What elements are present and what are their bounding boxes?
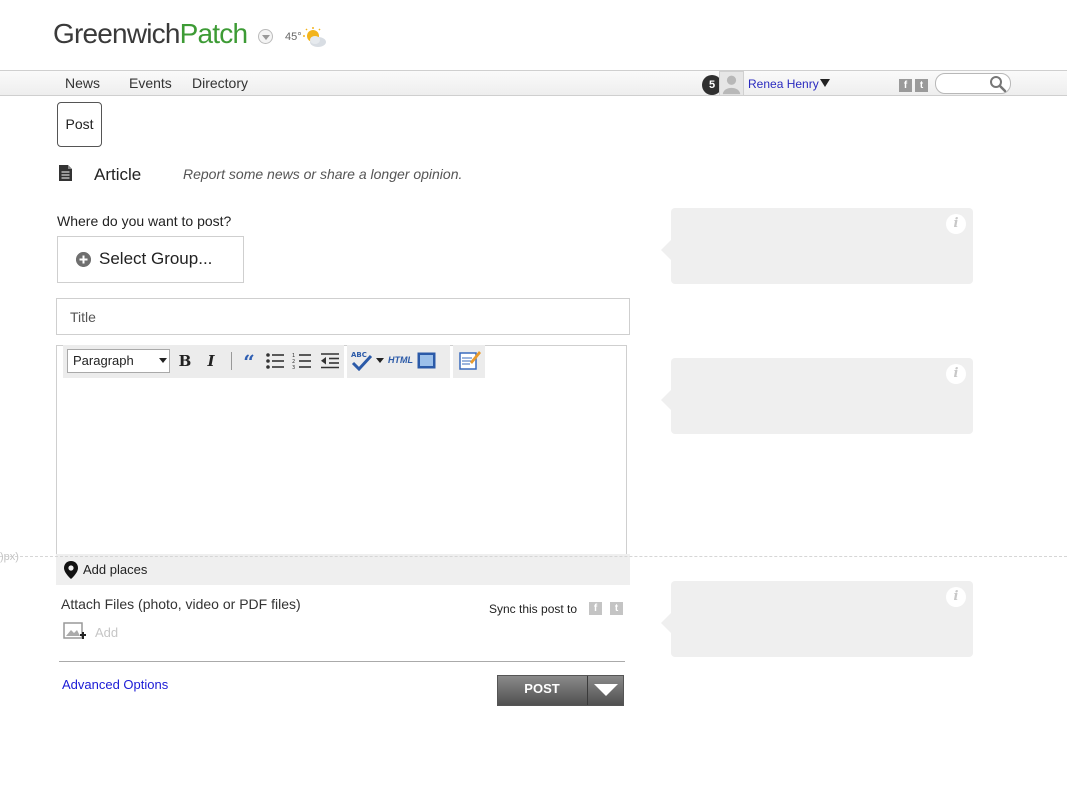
post-button-separator (587, 676, 588, 705)
attach-add-button[interactable]: Add (95, 625, 118, 640)
nav-directory[interactable]: Directory (192, 75, 248, 91)
add-image-icon[interactable] (63, 622, 87, 642)
format-select-value: Paragraph (73, 353, 134, 368)
user-name-link[interactable]: Renea Henry (748, 77, 819, 91)
toolbar-divider (231, 352, 232, 370)
where-label: Where do you want to post? (57, 213, 232, 229)
tip-bubble: i (661, 208, 973, 284)
spellcheck-icon[interactable]: ABC (350, 349, 374, 371)
document-icon (59, 165, 72, 181)
avatar[interactable] (719, 71, 744, 96)
bullet-list-icon[interactable] (265, 352, 285, 370)
site-switcher-chevron-icon[interactable] (258, 29, 273, 44)
post-type-label: Article (94, 165, 142, 184)
facebook-icon[interactable]: f (589, 602, 602, 615)
svg-text:3: 3 (292, 365, 295, 370)
info-icon[interactable]: i (946, 364, 966, 384)
numbered-list-icon[interactable]: 123 (292, 352, 312, 370)
divider (59, 661, 625, 662)
tab-post[interactable]: Post (57, 102, 102, 147)
chevron-down-icon (159, 358, 167, 363)
add-places-label[interactable]: Add places (83, 562, 147, 577)
nav-events[interactable]: Events (129, 75, 172, 91)
bold-button[interactable]: B (174, 351, 196, 371)
nav-news[interactable]: News (65, 75, 100, 91)
svg-text:ABC: ABC (351, 351, 367, 359)
html-button[interactable]: HTML (388, 355, 413, 365)
attach-files-label: Attach Files (photo, video or PDF files) (61, 596, 301, 612)
sync-label: Sync this post to (489, 602, 578, 616)
search-icon[interactable] (989, 75, 1007, 93)
plus-circle-icon (76, 252, 91, 267)
temperature: 45° (285, 31, 302, 43)
tip-bubble: i (661, 358, 973, 434)
info-icon[interactable]: i (946, 587, 966, 607)
guide-label: )px) (0, 551, 19, 563)
tip-bubble: i (661, 581, 973, 657)
twitter-icon[interactable]: t (610, 602, 623, 615)
info-icon[interactable]: i (946, 214, 966, 234)
partly-cloudy-icon (303, 27, 326, 47)
map-pin-icon (64, 561, 78, 579)
blockquote-button[interactable]: “ (238, 352, 260, 372)
user-menu-chevron-down-icon[interactable] (820, 79, 830, 87)
twitter-icon[interactable]: t (915, 79, 928, 92)
post-type-description: Report some news or share a longer opini… (183, 166, 463, 182)
site-logo[interactable]: GreenwichPatch (53, 18, 248, 50)
spellcheck-chevron-down-icon[interactable] (376, 358, 384, 363)
italic-button[interactable]: I (200, 351, 222, 371)
media-icon[interactable] (417, 352, 436, 369)
select-group-label[interactable]: Select Group... (99, 249, 212, 269)
title-input[interactable] (56, 298, 630, 335)
post-options-chevron-down-icon[interactable] (594, 684, 618, 696)
outdent-icon[interactable] (320, 352, 340, 370)
logo-brand: Patch (179, 18, 248, 49)
logo-city: Greenwich (53, 18, 180, 49)
guide-line (0, 556, 1067, 557)
facebook-icon[interactable]: f (899, 79, 912, 92)
edit-icon[interactable] (458, 348, 482, 372)
post-button-label[interactable]: POST (497, 681, 587, 696)
advanced-options-link[interactable]: Advanced Options (62, 677, 168, 692)
